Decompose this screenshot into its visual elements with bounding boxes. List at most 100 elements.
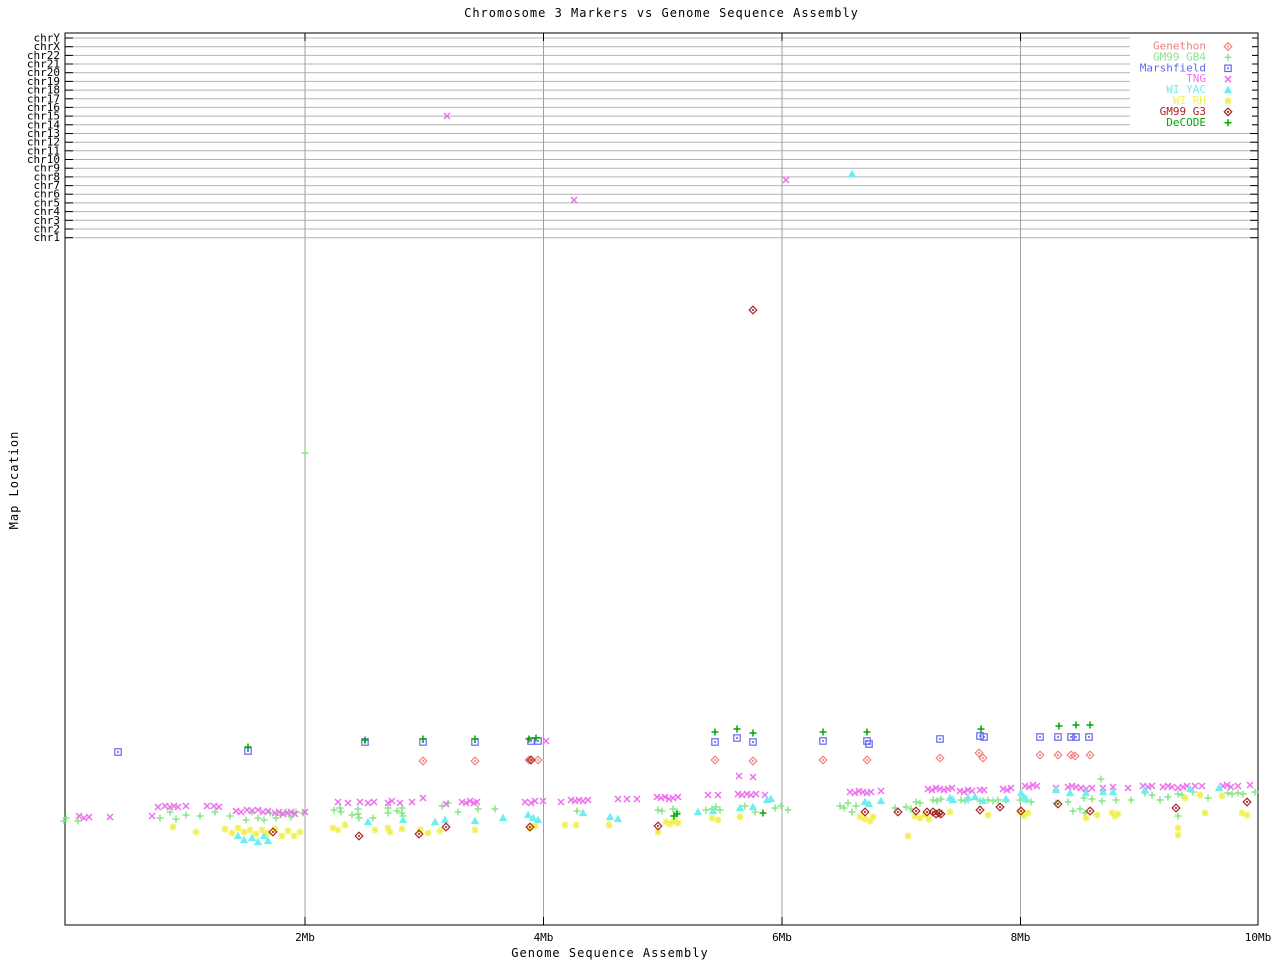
point-tng <box>148 812 156 820</box>
point-tng <box>1234 782 1242 790</box>
series-gm99-g3 <box>268 305 1252 841</box>
point-gm99-gb4 <box>1239 790 1247 798</box>
point-genethon <box>862 755 872 765</box>
point-gm99-gb4 <box>491 805 499 813</box>
point-gm99-gb4 <box>172 815 180 823</box>
point-wi-rh <box>1181 794 1189 802</box>
point-gm99-gb4 <box>336 804 344 812</box>
point-gm99-gb4 <box>1204 794 1212 802</box>
point-wi-rh <box>169 823 177 831</box>
point-tng <box>674 793 682 801</box>
point-wi-rh <box>341 821 349 829</box>
point-tng <box>356 798 364 806</box>
point-gm99-g3 <box>975 805 985 815</box>
point-gm99-gb4 <box>330 806 338 814</box>
point-gm99-g3 <box>1242 797 1252 807</box>
point-wi-rh <box>1082 814 1090 822</box>
point-gm99-gb4 <box>454 808 462 816</box>
x-tick-label-6Mb: 6Mb <box>772 931 792 944</box>
point-gm99-gb4 <box>260 816 268 824</box>
point-tng <box>570 196 578 204</box>
point-decode <box>733 725 741 733</box>
point-gm99-gb4 <box>852 802 860 810</box>
point-gm99-gb4 <box>355 814 363 822</box>
point-gm99-gb4 <box>354 810 362 818</box>
point-tng <box>749 773 757 781</box>
point-gm99-gb4 <box>1076 805 1084 813</box>
legend-marker-wi-rh <box>1224 97 1232 105</box>
point-decode <box>819 728 827 736</box>
point-tng <box>752 790 760 798</box>
point-wi-yac <box>693 807 703 816</box>
point-wi-rh <box>1174 824 1182 832</box>
x-tick-label-2Mb: 2Mb <box>295 931 315 944</box>
point-genethon <box>710 755 720 765</box>
point-marshfield <box>749 738 757 746</box>
chart-title: Chromosome 3 Markers vs Genome Sequence … <box>464 6 859 20</box>
point-gm99-gb4 <box>1251 788 1259 796</box>
point-gm99-gb4 <box>989 797 997 805</box>
point-gm99-gb4 <box>1224 789 1232 797</box>
point-wi-rh <box>1243 811 1251 819</box>
x-axis-label: Genome Sequence Assembly <box>511 946 709 960</box>
point-wi-yac <box>970 792 980 801</box>
point-wi-yac <box>1065 788 1075 797</box>
point-wi-rh <box>240 828 248 836</box>
point-wi-rh <box>925 815 933 823</box>
point-marshfield <box>1085 733 1093 741</box>
point-tng <box>408 798 416 806</box>
point-wi-rh <box>572 821 580 829</box>
point-gm99-gb4 <box>156 814 164 822</box>
point-marshfield <box>936 735 944 743</box>
point-tng <box>1246 781 1254 789</box>
point-tng <box>521 798 529 806</box>
point-gm99-gb4 <box>929 796 937 804</box>
point-wi-rh <box>416 826 424 834</box>
point-gm99-g3 <box>441 822 451 832</box>
point-decode <box>977 725 985 733</box>
point-gm99-g3 <box>1171 803 1181 813</box>
legend-label-decode: DeCODE <box>1166 116 1206 129</box>
point-gm99-gb4 <box>1064 798 1072 806</box>
point-wi-rh <box>1174 831 1182 839</box>
point-wi-rh <box>946 808 954 816</box>
point-tng <box>419 794 427 802</box>
point-tng <box>633 795 641 803</box>
point-wi-rh <box>1093 811 1101 819</box>
point-gm99-gb4 <box>196 812 204 820</box>
point-decode <box>244 743 252 751</box>
point-wi-rh <box>246 826 254 834</box>
x-tick-label-8Mb: 8Mb <box>1011 931 1031 944</box>
point-wi-yac <box>239 835 249 844</box>
point-gm99-gb4 <box>1088 795 1096 803</box>
point-genethon <box>1035 750 1045 760</box>
point-decode <box>1086 721 1094 729</box>
point-tng <box>396 799 404 807</box>
point-wi-yac <box>613 814 623 823</box>
point-wi-rh <box>1201 809 1209 817</box>
point-decode <box>711 728 719 736</box>
point-gm99-gb4 <box>771 804 779 812</box>
point-decode <box>1055 722 1063 730</box>
point-gm99-gb4 <box>573 807 581 815</box>
point-wi-rh <box>258 826 266 834</box>
point-tng <box>980 786 988 794</box>
x-tick-label-10Mb: 10Mb <box>1245 931 1272 944</box>
point-tng <box>334 798 342 806</box>
point-wi-rh <box>252 830 260 838</box>
point-wi-yac <box>430 817 440 826</box>
point-wi-rh <box>1218 792 1226 800</box>
point-gm99-gb4 <box>242 816 250 824</box>
point-tng <box>704 791 712 799</box>
point-gm99-gb4 <box>1174 812 1182 820</box>
point-gm99-gb4 <box>1097 775 1105 783</box>
point-wi-rh <box>386 828 394 836</box>
point-tng <box>203 802 211 810</box>
point-wi-yac <box>363 817 373 826</box>
point-wi-rh <box>371 826 379 834</box>
point-wi-rh <box>228 829 236 837</box>
point-gm99-gb4 <box>1098 797 1106 805</box>
point-tng <box>215 803 223 811</box>
point-wi-rh <box>605 821 613 829</box>
point-tng <box>237 808 245 816</box>
